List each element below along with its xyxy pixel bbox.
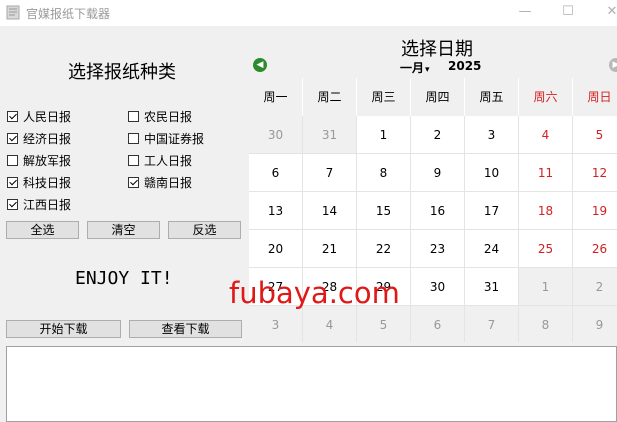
calendar-day-cell[interactable]: 23 xyxy=(411,230,465,268)
calendar-day-cell[interactable]: 7 xyxy=(465,306,519,342)
checkbox-gongren-ribao[interactable]: 工人日报 xyxy=(128,151,192,169)
minimize-button[interactable]: — xyxy=(510,0,540,26)
checkbox-jingji-ribao[interactable]: 经济日报 xyxy=(7,129,71,147)
month-label: 一月 xyxy=(400,61,425,75)
calendar-day-cell[interactable]: 5 xyxy=(573,116,617,154)
calendar-day-cell[interactable]: 31 xyxy=(303,116,357,154)
checkbox-box[interactable] xyxy=(128,110,139,122)
calendar-day-cell[interactable]: 18 xyxy=(519,192,573,230)
weekday-header: 周六 xyxy=(519,78,573,116)
weekday-header: 周一 xyxy=(249,78,303,116)
calendar-day-cell[interactable]: 17 xyxy=(465,192,519,230)
weekday-header: 周三 xyxy=(357,78,411,116)
watermark-text: fubaya.com xyxy=(229,276,400,310)
checkbox-label: 中国证券报 xyxy=(144,131,205,146)
chevron-down-icon: ▾ xyxy=(425,65,430,75)
calendar-day-cell[interactable]: 25 xyxy=(519,230,573,268)
checkbox-box[interactable] xyxy=(128,176,139,188)
date-section-title: 选择日期 xyxy=(401,39,473,60)
calendar-day-cell[interactable]: 14 xyxy=(303,192,357,230)
checkbox-gannan-ribao[interactable]: 赣南日报 xyxy=(128,173,192,191)
calendar-day-cell[interactable]: 6 xyxy=(411,306,465,342)
calendar-day-cell[interactable]: 12 xyxy=(573,154,617,192)
calendar-day-cell[interactable]: 1 xyxy=(519,268,573,306)
calendar-day-cell[interactable]: 3 xyxy=(249,306,303,342)
newspaper-section-title: 选择报纸种类 xyxy=(68,62,176,83)
calendar-day-cell[interactable]: 15 xyxy=(357,192,411,230)
weekday-header: 周日 xyxy=(573,78,617,116)
view-download-button[interactable]: 查看下载 xyxy=(129,320,242,338)
calendar-day-cell[interactable]: 21 xyxy=(303,230,357,268)
checkbox-label: 经济日报 xyxy=(23,131,72,146)
window-title: 官媒报纸下载器 xyxy=(26,7,111,21)
enjoy-text: ENJOY IT! xyxy=(75,268,173,289)
select-all-button[interactable]: 全选 xyxy=(6,221,79,239)
invert-selection-button[interactable]: 反选 xyxy=(168,221,241,239)
newspaper-app-icon xyxy=(6,5,20,20)
calendar-day-cell[interactable]: 7 xyxy=(303,154,357,192)
calendar-day-cell[interactable]: 22 xyxy=(357,230,411,268)
calendar-day-cell[interactable]: 6 xyxy=(249,154,303,192)
checkbox-label: 解放军报 xyxy=(23,153,72,168)
weekday-header: 周五 xyxy=(465,78,519,116)
calendar-day-cell[interactable]: 9 xyxy=(573,306,617,342)
calendar-day-cell[interactable]: 4 xyxy=(519,116,573,154)
month-selector[interactable]: 一月▾ xyxy=(400,59,430,76)
calendar-day-cell[interactable]: 5 xyxy=(357,306,411,342)
calendar-day-cell[interactable]: 24 xyxy=(465,230,519,268)
calendar-day-cell[interactable]: 26 xyxy=(573,230,617,268)
checkbox-box[interactable] xyxy=(7,176,18,188)
calendar-day-cell[interactable]: 1 xyxy=(357,116,411,154)
checkbox-label: 江西日报 xyxy=(23,197,72,212)
weekday-header: 周二 xyxy=(303,78,357,116)
calendar-day-cell[interactable]: 8 xyxy=(357,154,411,192)
checkbox-label: 科技日报 xyxy=(23,175,72,190)
checkbox-box[interactable] xyxy=(7,198,18,210)
title-bar: 官媒报纸下载器 — ☐ ✕ xyxy=(0,0,617,26)
calendar-day-cell[interactable]: 30 xyxy=(411,268,465,306)
checkbox-box[interactable] xyxy=(7,132,18,144)
calendar-day-cell[interactable]: 19 xyxy=(573,192,617,230)
calendar-day-cell[interactable]: 20 xyxy=(249,230,303,268)
calendar-day-cell[interactable]: 13 xyxy=(249,192,303,230)
calendar-day-cell[interactable]: 4 xyxy=(303,306,357,342)
checkbox-box[interactable] xyxy=(7,154,18,166)
checkbox-label: 工人日报 xyxy=(144,153,193,168)
calendar-day-cell[interactable]: 8 xyxy=(519,306,573,342)
calendar-day-cell[interactable]: 3 xyxy=(465,116,519,154)
prev-month-icon[interactable]: ◀ xyxy=(253,58,267,72)
checkbox-zhongguo-zhengquanbao[interactable]: 中国证券报 xyxy=(128,129,204,147)
checkbox-label: 人民日报 xyxy=(23,109,72,124)
weekday-header: 周四 xyxy=(411,78,465,116)
maximize-button[interactable]: ☐ xyxy=(553,0,583,26)
start-download-button[interactable]: 开始下载 xyxy=(6,320,121,338)
calendar-day-cell[interactable]: 9 xyxy=(411,154,465,192)
calendar-day-cell[interactable]: 2 xyxy=(573,268,617,306)
checkbox-box[interactable] xyxy=(128,154,139,166)
checkbox-renmin-ribao[interactable]: 人民日报 xyxy=(7,107,71,125)
calendar-day-cell[interactable]: 31 xyxy=(465,268,519,306)
checkbox-jiangxi-ribao[interactable]: 江西日报 xyxy=(7,195,71,213)
checkbox-jiefangjun-bao[interactable]: 解放军报 xyxy=(7,151,71,169)
calendar-day-cell[interactable]: 30 xyxy=(249,116,303,154)
calendar-day-cell[interactable]: 11 xyxy=(519,154,573,192)
checkbox-label: 农民日报 xyxy=(144,109,193,124)
calendar-day-cell[interactable]: 10 xyxy=(465,154,519,192)
checkbox-box[interactable] xyxy=(7,110,18,122)
checkbox-nongmin-ribao[interactable]: 农民日报 xyxy=(128,107,192,125)
calendar-day-cell[interactable]: 2 xyxy=(411,116,465,154)
clear-button[interactable]: 清空 xyxy=(87,221,160,239)
calendar-day-cell[interactable]: 16 xyxy=(411,192,465,230)
year-label[interactable]: 2025 xyxy=(448,59,481,73)
checkbox-label: 赣南日报 xyxy=(144,175,193,190)
checkbox-box[interactable] xyxy=(128,132,139,144)
download-log-area[interactable] xyxy=(6,346,617,422)
close-button[interactable]: ✕ xyxy=(597,0,617,26)
next-month-icon[interactable]: ▶ xyxy=(609,58,617,72)
checkbox-keji-ribao[interactable]: 科技日报 xyxy=(7,173,71,191)
